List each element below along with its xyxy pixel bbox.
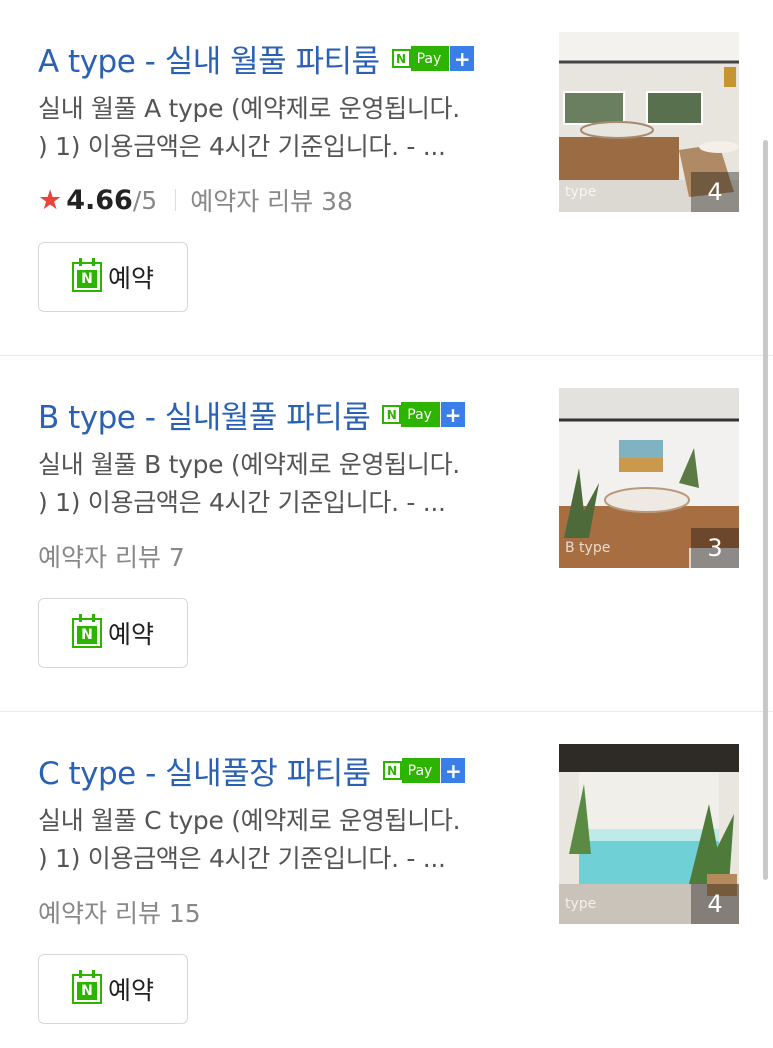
description-line: ) 1) 이용금액은 4시간 기준입니다. - ... <box>38 844 446 873</box>
naver-n-icon: N <box>382 761 402 780</box>
reserve-button-label: 예약 <box>107 264 154 293</box>
room-meta: 예약자 리뷰 7 <box>38 538 185 574</box>
room-title-row: B type - 실내월풀 파티룸 N Pay + <box>38 392 465 437</box>
review-count: 예약자 리뷰 38 <box>190 187 353 216</box>
scrollbar[interactable] <box>763 140 768 880</box>
naver-calendar-icon: N <box>71 258 102 292</box>
description-line: ) 1) 이용금액은 4시간 기준입니다. - ... <box>38 132 446 161</box>
naver-pay-badge: N Pay + <box>382 402 465 427</box>
naver-calendar-icon: N <box>71 970 102 1004</box>
pay-label: Pay <box>401 758 441 783</box>
room-item-a: A type - 실내 월풀 파티룸 N Pay + 실내 월풀 A type … <box>0 0 773 356</box>
naver-pay-badge: N Pay + <box>391 46 475 71</box>
room-item-b: B type - 실내월풀 파티룸 N Pay + 실내 월풀 B type (… <box>0 356 773 712</box>
naver-n-icon: N <box>391 49 411 68</box>
room-title-link[interactable]: A type - 실내 월풀 파티룸 <box>38 36 380 81</box>
reserve-button-label: 예약 <box>107 976 154 1005</box>
room-list: A type - 실내 월풀 파티룸 N Pay + 실내 월풀 A type … <box>0 0 773 1048</box>
photo-count-badge: 4 <box>691 884 739 924</box>
reserve-button[interactable]: N 예약 <box>38 242 188 312</box>
photo-count-badge: 4 <box>691 172 739 212</box>
room-title-row: A type - 실내 월풀 파티룸 N Pay + <box>38 36 475 81</box>
plus-icon: + <box>441 758 466 783</box>
photo-tag: B type <box>565 540 611 556</box>
review-count: 예약자 리뷰 15 <box>38 899 201 928</box>
naver-n-icon: N <box>382 405 402 424</box>
calendar-letter: N <box>76 625 97 644</box>
room-description[interactable]: 실내 월풀 C type (예약제로 운영됩니다. ) 1) 이용금액은 4시간… <box>38 802 538 878</box>
plus-icon: + <box>440 402 465 427</box>
calendar-letter: N <box>76 269 97 288</box>
room-item-c: C type - 실내풀장 파티룸 N Pay + 실내 월풀 C type (… <box>0 712 773 1048</box>
room-thumbnail[interactable]: type 4 <box>559 32 739 212</box>
description-line: 실내 월풀 A type (예약제로 운영됩니다. <box>38 94 460 123</box>
description-line: 실내 월풀 C type (예약제로 운영됩니다. <box>38 806 461 835</box>
room-title-row: C type - 실내풀장 파티룸 N Pay + <box>38 748 466 793</box>
room-description[interactable]: 실내 월풀 B type (예약제로 운영됩니다. ) 1) 이용금액은 4시간… <box>38 446 538 522</box>
photo-tag: type <box>565 896 597 912</box>
room-meta: 예약자 리뷰 15 <box>38 894 201 930</box>
room-meta: ★ 4.66 /5 예약자 리뷰 38 <box>38 182 353 218</box>
pay-label: Pay <box>401 402 440 427</box>
description-line: 실내 월풀 B type (예약제로 운영됩니다. <box>38 450 460 479</box>
room-title-link[interactable]: B type - 실내월풀 파티룸 <box>38 392 371 437</box>
calendar-letter: N <box>76 981 97 1000</box>
rating-score: 4.66 <box>66 184 133 216</box>
star-icon: ★ <box>38 184 63 216</box>
room-thumbnail[interactable]: B type 3 <box>559 388 739 568</box>
review-count: 예약자 리뷰 7 <box>38 543 185 572</box>
reserve-button[interactable]: N 예약 <box>38 598 188 668</box>
plus-icon: + <box>450 46 475 71</box>
naver-calendar-icon: N <box>71 614 102 648</box>
photo-tag: type <box>565 184 597 200</box>
reserve-button[interactable]: N 예약 <box>38 954 188 1024</box>
photo-count-badge: 3 <box>691 528 739 568</box>
reserve-button-label: 예약 <box>107 620 154 649</box>
rating-max: /5 <box>132 185 158 215</box>
divider <box>175 189 177 211</box>
room-thumbnail[interactable]: type 4 <box>559 744 739 924</box>
description-line: ) 1) 이용금액은 4시간 기준입니다. - ... <box>38 488 446 517</box>
room-description[interactable]: 실내 월풀 A type (예약제로 운영됩니다. ) 1) 이용금액은 4시간… <box>38 90 538 166</box>
room-title-link[interactable]: C type - 실내풀장 파티룸 <box>38 748 371 793</box>
naver-pay-badge: N Pay + <box>382 758 466 783</box>
pay-label: Pay <box>410 46 450 71</box>
